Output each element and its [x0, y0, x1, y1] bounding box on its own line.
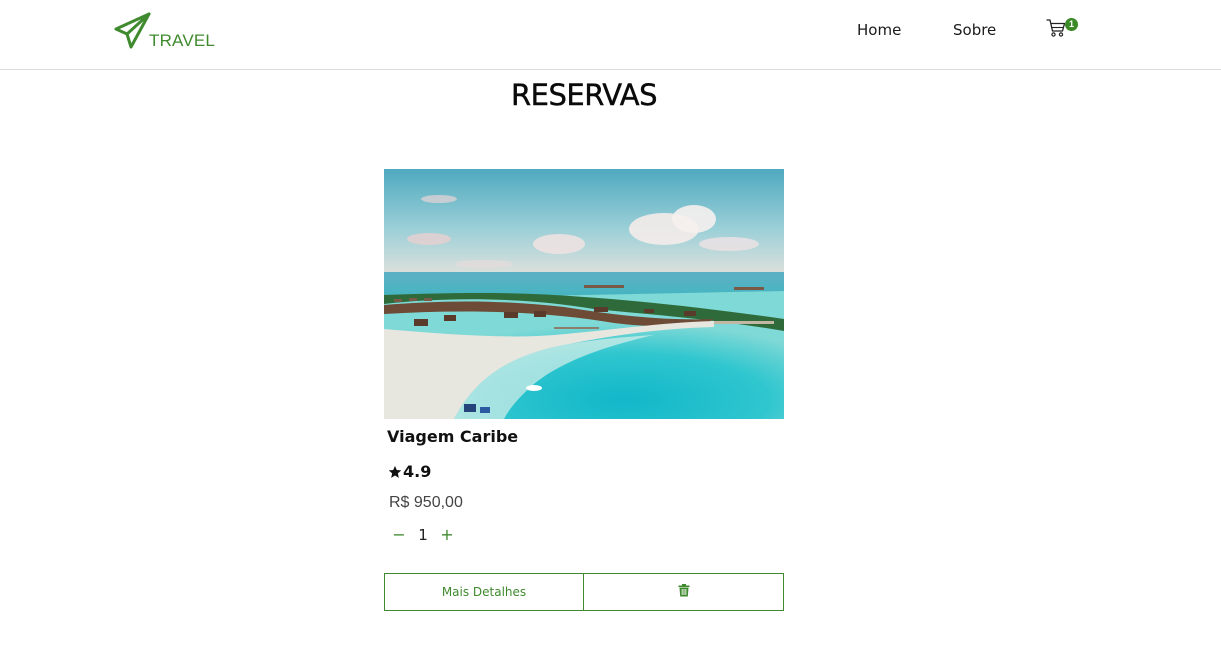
quantity-value: 1	[418, 526, 428, 544]
beach-resort-image	[384, 169, 784, 419]
cart-icon	[1046, 19, 1066, 37]
delete-reservation-button[interactable]	[584, 573, 784, 611]
page-title: RESERVAS	[511, 78, 658, 112]
cart-button[interactable]: 1	[1046, 16, 1082, 42]
trip-title: Viagem Caribe	[387, 427, 519, 446]
increase-quantity-button[interactable]: +	[437, 525, 457, 545]
price: R$ 950,00	[389, 494, 463, 511]
trash-icon	[678, 583, 689, 596]
decrease-quantity-button[interactable]: −	[389, 525, 409, 545]
rating: 4.9	[388, 462, 431, 481]
logo-link[interactable]: TRAVEL	[113, 10, 215, 50]
card-actions: Mais Detalhes	[384, 573, 784, 611]
cart-count-badge: 1	[1065, 18, 1078, 31]
quantity-stepper: − 1 +	[389, 525, 457, 545]
destination-image	[384, 169, 784, 419]
more-details-button[interactable]: Mais Detalhes	[384, 573, 584, 611]
brand-name: TRAVEL	[149, 31, 216, 50]
paper-plane-icon	[114, 12, 151, 49]
nav-sobre-link[interactable]: Sobre	[953, 20, 996, 40]
navbar: TRAVEL Home Sobre 1	[0, 0, 1221, 70]
nav-home-link[interactable]: Home	[857, 20, 901, 40]
rating-value: 4.9	[403, 462, 432, 481]
reservation-card: Viagem Caribe 4.9 R$ 950,00 − 1 + Mais D…	[384, 169, 784, 611]
star-icon	[388, 465, 402, 478]
